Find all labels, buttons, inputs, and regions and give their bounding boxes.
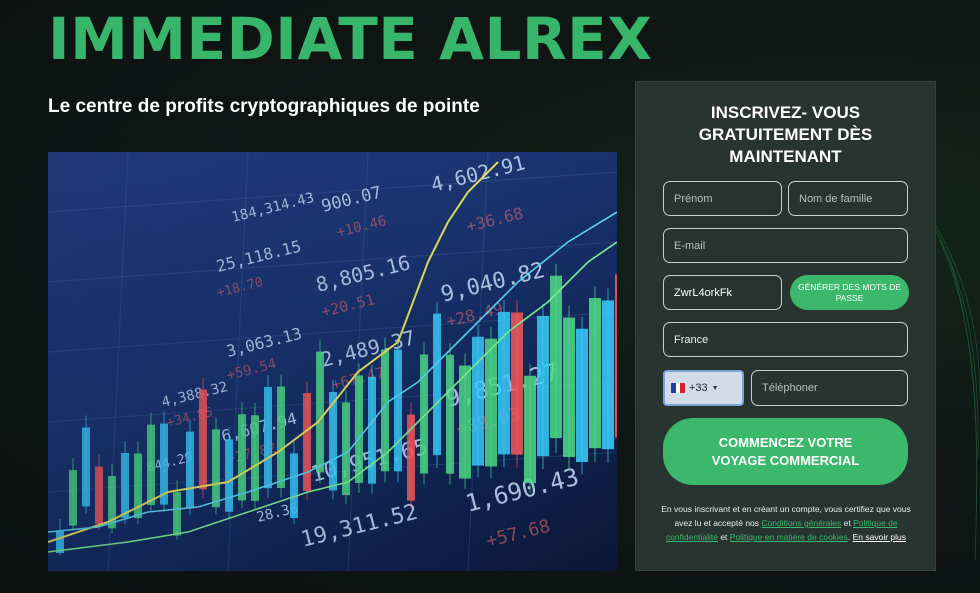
- caret-down-icon: ▼: [711, 384, 719, 392]
- terms-link[interactable]: Conditions générales: [761, 518, 841, 528]
- password-field[interactable]: [663, 275, 782, 310]
- email-field[interactable]: [663, 228, 908, 263]
- submit-label-line1: COMMENCEZ VOTRE: [718, 434, 853, 450]
- country-field[interactable]: France: [663, 322, 908, 357]
- legal-and: et: [720, 532, 728, 542]
- last-name-field[interactable]: [788, 181, 908, 216]
- cookies-link[interactable]: Politique en matière de cookies: [730, 532, 848, 542]
- first-name-input[interactable]: [674, 192, 771, 205]
- legal-notice: En vous inscrivant et en créant un compt…: [661, 504, 911, 542]
- brand-title: IMMEDIATE ALREX: [48, 5, 653, 73]
- submit-button[interactable]: COMMENCEZ VOTRE VOYAGE COMMERCIAL: [663, 418, 908, 485]
- signup-title: INSCRIVEZ- VOUS GRATUITEMENT DÈS MAINTEN…: [698, 103, 873, 166]
- learn-more-link[interactable]: En savoir plus: [853, 532, 906, 542]
- france-flag-icon: [671, 383, 686, 393]
- phone-input[interactable]: [762, 382, 897, 394]
- password-input[interactable]: [674, 286, 771, 299]
- first-name-field[interactable]: [663, 181, 782, 216]
- phone-field[interactable]: [751, 370, 908, 406]
- country-value: France: [674, 333, 709, 346]
- dial-code-select[interactable]: +33 ▼: [663, 370, 744, 406]
- last-name-input[interactable]: [799, 192, 897, 205]
- email-input[interactable]: [674, 239, 897, 252]
- hero-image: 4,602.91900.07184,314.43+36.68+10.4625,1…: [48, 152, 617, 571]
- signup-panel: INSCRIVEZ- VOUS GRATUITEMENT DÈS MAINTEN…: [635, 81, 936, 571]
- hero-tagline: Le centre de profits cryptographiques de…: [48, 96, 480, 117]
- dial-code-value: +33: [689, 382, 708, 394]
- legal-and: et: [843, 518, 851, 528]
- submit-label-line2: VOYAGE COMMERCIAL: [711, 452, 860, 468]
- trading-chart-illustration: 4,602.91900.07184,314.43+36.68+10.4625,1…: [48, 152, 617, 571]
- generate-password-button[interactable]: GÉNÉRER DES MOTS DE PASSE: [790, 275, 909, 310]
